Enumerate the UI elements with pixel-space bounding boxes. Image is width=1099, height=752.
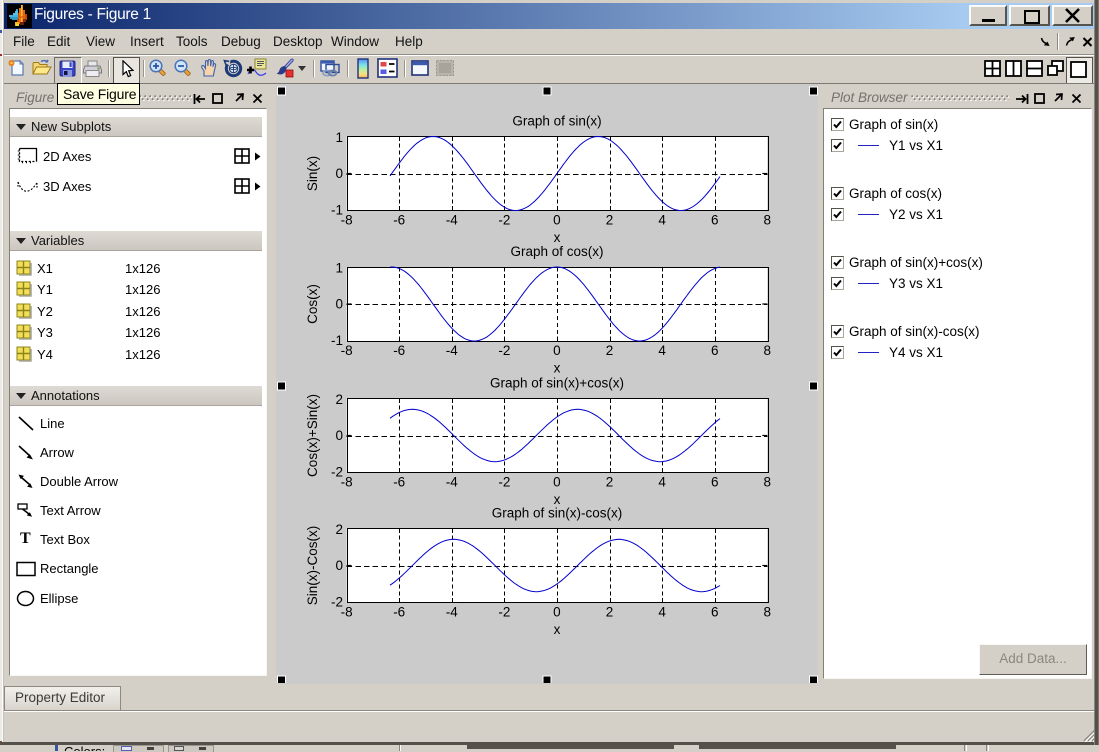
svg-text:4: 4 bbox=[658, 343, 666, 358]
svg-text:6: 6 bbox=[711, 343, 719, 358]
svg-text:Graph of sin(x): Graph of sin(x) bbox=[512, 114, 601, 129]
svg-text:x: x bbox=[554, 230, 561, 245]
svg-text:0: 0 bbox=[335, 166, 343, 181]
svg-text:6: 6 bbox=[711, 474, 719, 489]
svg-text:Sin(x)-Cos(x): Sin(x)-Cos(x) bbox=[305, 526, 320, 606]
svg-text:-2: -2 bbox=[498, 604, 510, 619]
svg-text:Cos(x): Cos(x) bbox=[305, 284, 320, 324]
svg-text:0: 0 bbox=[553, 212, 561, 227]
svg-text:-4: -4 bbox=[446, 604, 458, 619]
svg-text:2: 2 bbox=[335, 522, 343, 537]
svg-text:0: 0 bbox=[553, 343, 561, 358]
svg-text:1: 1 bbox=[335, 261, 343, 276]
svg-text:4: 4 bbox=[658, 212, 666, 227]
svg-text:-1: -1 bbox=[331, 203, 343, 218]
svg-text:0: 0 bbox=[553, 604, 561, 619]
svg-text:6: 6 bbox=[711, 604, 719, 619]
svg-text:2: 2 bbox=[606, 212, 614, 227]
svg-text:0: 0 bbox=[335, 428, 343, 443]
svg-text:0: 0 bbox=[335, 297, 343, 312]
svg-text:-1: -1 bbox=[331, 333, 343, 348]
svg-text:-2: -2 bbox=[498, 343, 510, 358]
svg-text:0: 0 bbox=[335, 558, 343, 573]
svg-text:4: 4 bbox=[658, 604, 666, 619]
svg-text:Sin(x): Sin(x) bbox=[305, 156, 320, 191]
svg-text:Graph of sin(x)+cos(x): Graph of sin(x)+cos(x) bbox=[490, 376, 624, 391]
svg-text:8: 8 bbox=[764, 343, 772, 358]
svg-text:x: x bbox=[554, 622, 561, 637]
svg-text:0: 0 bbox=[553, 474, 561, 489]
svg-text:-4: -4 bbox=[446, 212, 458, 227]
svg-text:Cos(x)+Sin(x): Cos(x)+Sin(x) bbox=[305, 394, 320, 477]
svg-text:6: 6 bbox=[711, 212, 719, 227]
svg-text:-4: -4 bbox=[446, 474, 458, 489]
svg-text:-2: -2 bbox=[498, 212, 510, 227]
svg-text:2: 2 bbox=[335, 392, 343, 407]
svg-text:8: 8 bbox=[764, 604, 772, 619]
svg-text:2: 2 bbox=[606, 474, 614, 489]
svg-text:-2: -2 bbox=[331, 595, 343, 610]
svg-text:-2: -2 bbox=[331, 465, 343, 480]
svg-text:-6: -6 bbox=[393, 474, 405, 489]
svg-text:-6: -6 bbox=[393, 212, 405, 227]
svg-text:8: 8 bbox=[764, 212, 772, 227]
svg-text:-6: -6 bbox=[393, 343, 405, 358]
svg-text:-2: -2 bbox=[498, 474, 510, 489]
svg-text:Graph of cos(x): Graph of cos(x) bbox=[510, 244, 603, 259]
svg-text:4: 4 bbox=[658, 474, 666, 489]
svg-text:Graph of sin(x)-cos(x): Graph of sin(x)-cos(x) bbox=[492, 506, 623, 521]
svg-text:-6: -6 bbox=[393, 604, 405, 619]
svg-text:8: 8 bbox=[764, 474, 772, 489]
svg-text:-4: -4 bbox=[446, 343, 458, 358]
svg-text:2: 2 bbox=[606, 343, 614, 358]
svg-text:2: 2 bbox=[606, 604, 614, 619]
svg-text:1: 1 bbox=[335, 130, 343, 145]
svg-text:x: x bbox=[554, 361, 561, 376]
